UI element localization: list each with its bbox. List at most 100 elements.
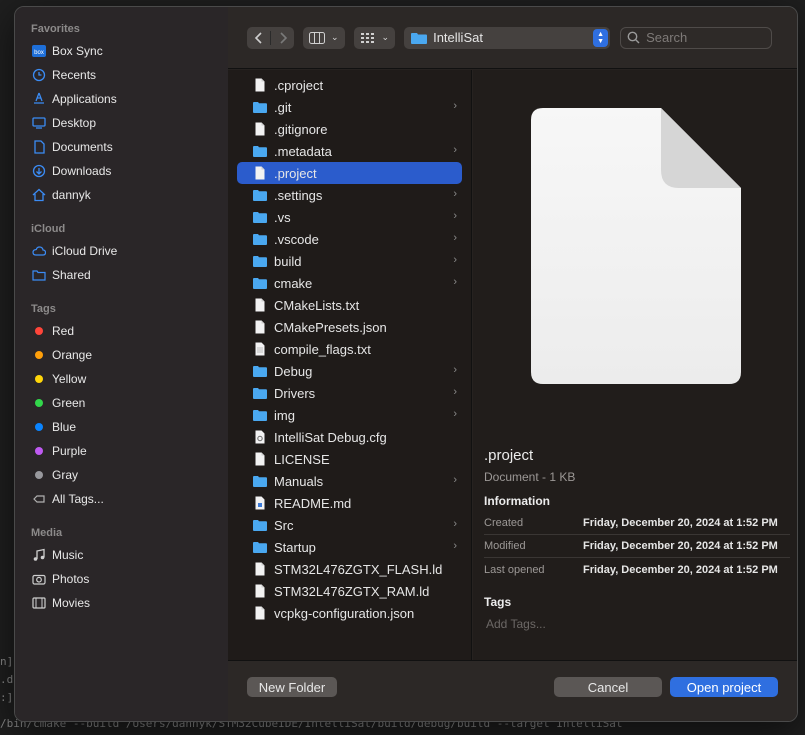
folder-icon (253, 188, 267, 202)
sidebar-item-label: Green (52, 396, 86, 410)
file-name: STM32L476ZGTX_FLASH.ld (274, 561, 443, 577)
sidebar-item-label: Documents (52, 140, 113, 154)
chevron-right-icon: › (453, 254, 457, 266)
folder-row[interactable]: Src › (237, 514, 462, 536)
file-row[interactable]: vcpkg-configuration.json (237, 602, 462, 624)
file-row[interactable]: STM32L476ZGTX_FLASH.ld (237, 558, 462, 580)
folder-row[interactable]: cmake › (237, 272, 462, 294)
music-icon (32, 548, 46, 562)
desktop-icon (32, 116, 46, 130)
file-row[interactable]: IntelliSat Debug.cfg (237, 426, 462, 448)
columns-icon (309, 31, 325, 44)
folder-icon (411, 32, 428, 44)
chevron-right-icon: › (453, 518, 457, 530)
file-row[interactable]: CMakeLists.txt (237, 294, 462, 316)
sidebar-tag-orange[interactable]: Orange (15, 343, 228, 367)
group-view-button[interactable]: ⌄ (353, 26, 396, 49)
add-tags-field[interactable]: Add Tags... (486, 617, 546, 631)
sidebar-tag-gray[interactable]: Gray (15, 463, 228, 487)
sidebar-item-label: Applications (52, 92, 117, 106)
folder-row[interactable]: Drivers › (237, 382, 462, 404)
search-field[interactable] (620, 26, 773, 49)
sidebar-item-dannyk[interactable]: dannyk (15, 183, 228, 207)
sidebar-item-applications[interactable]: Applications (15, 87, 228, 111)
file-row[interactable]: compile_flags.txt (237, 338, 462, 360)
file-name: LICENSE (274, 451, 330, 467)
sidebar-item-icloud-drive[interactable]: iCloud Drive (15, 239, 228, 263)
camera-icon (32, 572, 46, 586)
back-button[interactable] (247, 27, 270, 49)
folder-row[interactable]: build › (237, 250, 462, 272)
sidebar-tag-red[interactable]: Red (15, 319, 228, 343)
folder-row[interactable]: .vscode › (237, 228, 462, 250)
column-view-button[interactable]: ⌄ (303, 26, 345, 49)
folder-icon (253, 254, 267, 268)
sidebar-item-documents[interactable]: Documents (15, 135, 228, 159)
sidebar-tag-green[interactable]: Green (15, 391, 228, 415)
chevron-right-icon: › (453, 386, 457, 398)
folder-icon (253, 100, 267, 114)
file-icon (253, 166, 267, 180)
file-row[interactable]: CMakePresets.json (237, 316, 462, 338)
chevron-left-icon (254, 31, 262, 44)
info-value: Friday, December 20, 2024 at 1:52 PM (583, 563, 778, 576)
info-key: Modified (484, 540, 526, 552)
markdown-file-icon (253, 496, 267, 510)
sidebar-item-label: iCloud Drive (52, 244, 118, 258)
nav-buttons (247, 26, 294, 49)
folder-row[interactable]: .vs › (237, 206, 462, 228)
box-icon: box (32, 44, 46, 58)
tag-color-dot-icon (35, 351, 43, 359)
path-popup[interactable]: IntelliSat ▲ ▼ (404, 26, 611, 49)
sidebar-tag-yellow[interactable]: Yellow (15, 367, 228, 391)
file-icon (253, 298, 267, 312)
folder-row[interactable]: Manuals › (237, 470, 462, 492)
folder-icon (253, 232, 267, 246)
sidebar-item-music[interactable]: Music (15, 543, 228, 567)
file-row[interactable]: STM32L476ZGTX_RAM.ld (237, 580, 462, 602)
file-name: Drivers (274, 385, 316, 401)
file-list: .cproject .git › .gitignore .metadata › .proje… (228, 70, 472, 662)
sidebar-item-desktop[interactable]: Desktop (15, 111, 228, 135)
terminal-line: :] (0, 691, 14, 704)
sidebar-tag-blue[interactable]: Blue (15, 415, 228, 439)
sidebar-item-box-sync[interactable]: box Box Sync (15, 39, 228, 63)
sidebar-item-photos[interactable]: Photos (15, 567, 228, 591)
film-icon (32, 596, 46, 610)
popup-stepper-icon: ▲ ▼ (593, 28, 609, 47)
file-row[interactable]: .project (237, 162, 462, 184)
open-project-button[interactable]: Open project (670, 677, 778, 697)
folder-icon (253, 144, 267, 158)
folder-row[interactable]: .metadata › (237, 140, 462, 162)
tag-color-dot-icon (35, 447, 43, 455)
file-row[interactable]: .cproject (237, 74, 462, 96)
file-icon (253, 122, 267, 136)
forward-button[interactable] (271, 27, 294, 49)
file-row[interactable]: LICENSE (237, 448, 462, 470)
folder-row[interactable]: .git › (237, 96, 462, 118)
search-input[interactable] (646, 30, 757, 45)
preview-tags-title: Tags (484, 595, 512, 609)
new-folder-button[interactable]: New Folder (247, 677, 337, 697)
file-name: .metadata (274, 143, 332, 159)
file-name: .vs (274, 209, 291, 225)
sidebar-item-downloads[interactable]: Downloads (15, 159, 228, 183)
sidebar-tag-purple[interactable]: Purple (15, 439, 228, 463)
sidebar-item-movies[interactable]: Movies (15, 591, 228, 615)
file-row[interactable]: .gitignore (237, 118, 462, 140)
cancel-button[interactable]: Cancel (554, 677, 662, 697)
sidebar-item-recents[interactable]: Recents (15, 63, 228, 87)
chevron-down-icon: ⌄ (381, 32, 390, 42)
sidebar-item-all-tags[interactable]: All Tags... (15, 487, 228, 511)
info-row-created: Created Friday, December 20, 2024 at 1:5… (484, 512, 790, 535)
file-name: Manuals (274, 473, 324, 489)
folder-row[interactable]: Startup › (237, 536, 462, 558)
folder-row[interactable]: .settings › (237, 184, 462, 206)
folder-row[interactable]: Debug › (237, 360, 462, 382)
file-name: .gitignore (274, 121, 328, 137)
file-row[interactable]: README.md (237, 492, 462, 514)
sidebar-item-shared[interactable]: Shared (15, 263, 228, 287)
chevron-right-icon: › (453, 232, 457, 244)
chevron-right-icon: › (453, 364, 457, 376)
folder-row[interactable]: img › (237, 404, 462, 426)
